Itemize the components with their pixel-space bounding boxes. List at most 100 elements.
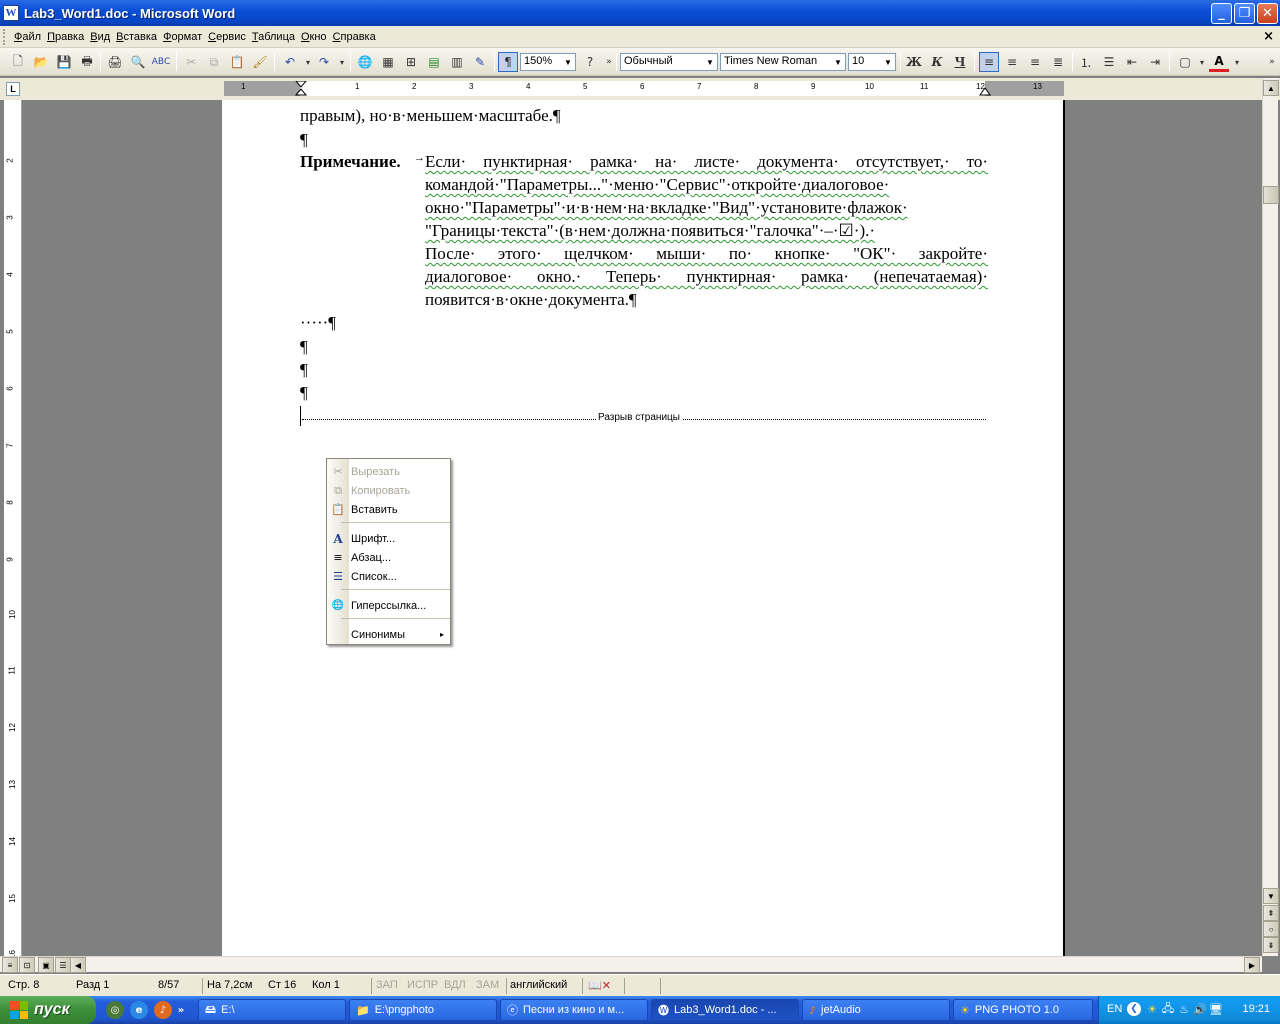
save-icon[interactable]: 💾 — [54, 52, 74, 72]
cut-icon[interactable]: ✂ — [181, 52, 201, 72]
context-synonyms-item[interactable]: Синонимы ▸ — [327, 625, 450, 644]
status-extend[interactable]: ВДЛ — [444, 979, 466, 991]
print-layout-icon[interactable]: ▣ — [38, 957, 54, 973]
format-painter-icon[interactable]: 🖌 — [250, 52, 270, 72]
language-indicator[interactable]: EN — [1107, 1003, 1122, 1015]
normal-view-icon[interactable]: ≡ — [2, 957, 18, 973]
jetaudio-quicklaunch-icon[interactable]: ♪ — [154, 1001, 172, 1019]
network-icon[interactable]: 🖧 — [1161, 1002, 1175, 1016]
print-preview-icon[interactable]: 🔍 — [128, 52, 148, 72]
context-list-item[interactable]: ☰ Список... — [327, 567, 450, 586]
taskbar-button[interactable]: ⓔ Песни из кино и м... — [500, 999, 648, 1021]
maximize-button[interactable]: ❐ — [1234, 3, 1255, 24]
align-right-icon[interactable]: ≡ — [1025, 52, 1045, 72]
scroll-left-icon[interactable]: ◀ — [70, 957, 86, 973]
context-paragraph-item[interactable]: ≡ Абзац... — [327, 548, 450, 567]
menu-format[interactable]: Формат — [160, 31, 205, 43]
taskbar-button[interactable]: 📁 E:\pngphoto — [349, 999, 497, 1021]
document-area[interactable]: правым), но·в·меньшем·масштабе.¶ ¶ Приме… — [22, 100, 1260, 956]
menu-file[interactable]: Файл — [11, 31, 44, 43]
previous-page-icon[interactable]: ⇞ — [1263, 905, 1279, 921]
bullets-icon[interactable]: ☰ — [1099, 52, 1119, 72]
vertical-scrollbar[interactable]: ▲ ▼ ⇞ ○ ⇟ — [1262, 78, 1279, 956]
close-button[interactable]: ✕ — [1257, 3, 1278, 24]
select-browse-object-icon[interactable]: ○ — [1263, 921, 1279, 937]
clock[interactable]: 19:21 — [1242, 1003, 1270, 1015]
menu-tools[interactable]: Сервис — [205, 31, 249, 43]
word-app-icon[interactable]: W — [3, 5, 19, 21]
next-page-icon[interactable]: ⇟ — [1263, 937, 1279, 953]
display-icon[interactable]: 🖥 — [1209, 1002, 1223, 1016]
hyperlink-icon[interactable]: 🌐 — [355, 52, 375, 72]
justify-icon[interactable]: ≣ — [1048, 52, 1068, 72]
indent-marker-icon[interactable] — [294, 81, 308, 101]
title-bar[interactable]: W Lab3_Word1.doc - Microsoft Word _ ❐ ✕ — [0, 0, 1280, 26]
ie-quicklaunch-icon[interactable]: e — [130, 1001, 148, 1019]
style-select[interactable]: Обычный ▼ — [620, 53, 718, 71]
toolbar-options-icon[interactable]: » — [1262, 52, 1280, 72]
scroll-right-icon[interactable]: ▶ — [1244, 957, 1260, 973]
context-cut-item[interactable]: ✂ Вырезать — [327, 462, 450, 481]
drawing-icon[interactable]: ✎ — [470, 52, 490, 72]
underline-button[interactable]: Ч — [950, 52, 970, 72]
bold-button[interactable]: Ж — [904, 52, 924, 72]
paste-icon[interactable]: 📋 — [227, 52, 247, 72]
show-hide-formatting-button[interactable]: ¶ — [498, 52, 518, 72]
quick-launch-more-icon[interactable]: » — [176, 1001, 186, 1019]
redo-dropdown-icon[interactable]: ▾ — [332, 52, 352, 72]
menu-window[interactable]: Окно — [298, 31, 330, 43]
horizontal-ruler[interactable]: 1 1 2 3 4 5 6 7 8 9 10 11 12 13 — [224, 81, 1064, 96]
chevron-down-icon[interactable]: ▼ — [832, 55, 844, 69]
menu-insert[interactable]: Вставка — [113, 31, 160, 43]
status-language[interactable]: английский — [510, 979, 567, 991]
tables-borders-icon[interactable]: ▦ — [378, 52, 398, 72]
context-paste-item[interactable]: 📋 Вставить — [327, 500, 450, 519]
tray-collapse-icon[interactable]: ❮ — [1127, 1002, 1141, 1016]
chevron-down-icon[interactable]: ▼ — [882, 55, 894, 69]
scroll-down-icon[interactable]: ▼ — [1263, 888, 1279, 904]
tab-selector-button[interactable]: L — [6, 82, 20, 96]
taskbar-button[interactable]: ♪ jetAudio — [802, 999, 950, 1021]
columns-icon[interactable]: ▥ — [447, 52, 467, 72]
scroll-up-icon[interactable]: ▲ — [1263, 80, 1279, 96]
menu-edit[interactable]: Правка — [44, 31, 87, 43]
status-track-changes[interactable]: ИСПР — [407, 979, 438, 991]
taskbar-button[interactable]: ☀ PNG PHOTO 1.0 — [953, 999, 1093, 1021]
print-icon[interactable]: 🖨 — [105, 52, 125, 72]
spelling-icon[interactable]: ABC — [151, 52, 171, 72]
status-overtype[interactable]: ЗАМ — [476, 979, 499, 991]
chevron-down-icon[interactable]: ▾ — [1227, 52, 1247, 72]
align-center-icon[interactable]: ≡ — [1002, 52, 1022, 72]
speaker-icon[interactable]: 🔊 — [1193, 1002, 1207, 1016]
context-font-item[interactable]: A Шрифт... — [327, 529, 450, 548]
spelling-status-icon[interactable]: 📖✕ — [588, 979, 611, 992]
web-view-icon[interactable]: ⊡ — [19, 957, 35, 973]
menu-table[interactable]: Таблица — [249, 31, 298, 43]
start-button[interactable]: пуск — [0, 996, 96, 1024]
increase-indent-icon[interactable]: ⇥ — [1145, 52, 1165, 72]
outline-view-icon[interactable]: ☰ — [55, 957, 71, 973]
status-record-macro[interactable]: ЗАП — [376, 979, 398, 991]
right-indent-marker-icon[interactable] — [978, 85, 992, 97]
pngphoto-tray-icon[interactable]: ☀ — [1145, 1002, 1159, 1016]
scroll-thumb[interactable] — [1263, 186, 1279, 204]
open-icon[interactable]: 📂 — [31, 52, 51, 72]
horizontal-scrollbar[interactable]: ≡ ⊡ ▣ ☰ ◀ ▶ — [0, 956, 1262, 973]
redo-icon[interactable]: ↷ — [314, 52, 334, 72]
steam-icon[interactable]: ♨ — [1177, 1002, 1191, 1016]
menu-grip[interactable] — [3, 28, 7, 45]
font-color-icon[interactable]: A — [1209, 52, 1229, 72]
context-hyperlink-item[interactable]: 🌐 Гиперссылка... — [327, 596, 450, 615]
decrease-indent-icon[interactable]: ⇤ — [1122, 52, 1142, 72]
help-icon[interactable]: ? — [580, 52, 600, 72]
document-close-icon[interactable]: × — [1263, 29, 1274, 44]
italic-button[interactable]: К — [927, 52, 947, 72]
font-size-select[interactable]: 10 ▼ — [848, 53, 896, 71]
menu-view[interactable]: Вид — [87, 31, 113, 43]
taskbar-button-active[interactable]: 🅦 Lab3_Word1.doc - ... — [651, 999, 799, 1021]
insert-table-icon[interactable]: ⊞ — [401, 52, 421, 72]
numbering-icon[interactable]: ⒈ — [1076, 52, 1096, 72]
align-left-icon[interactable]: ≡ — [979, 52, 999, 72]
copy-icon[interactable]: ⧉ — [204, 52, 224, 72]
context-copy-item[interactable]: ⧉ Копировать — [327, 481, 450, 500]
